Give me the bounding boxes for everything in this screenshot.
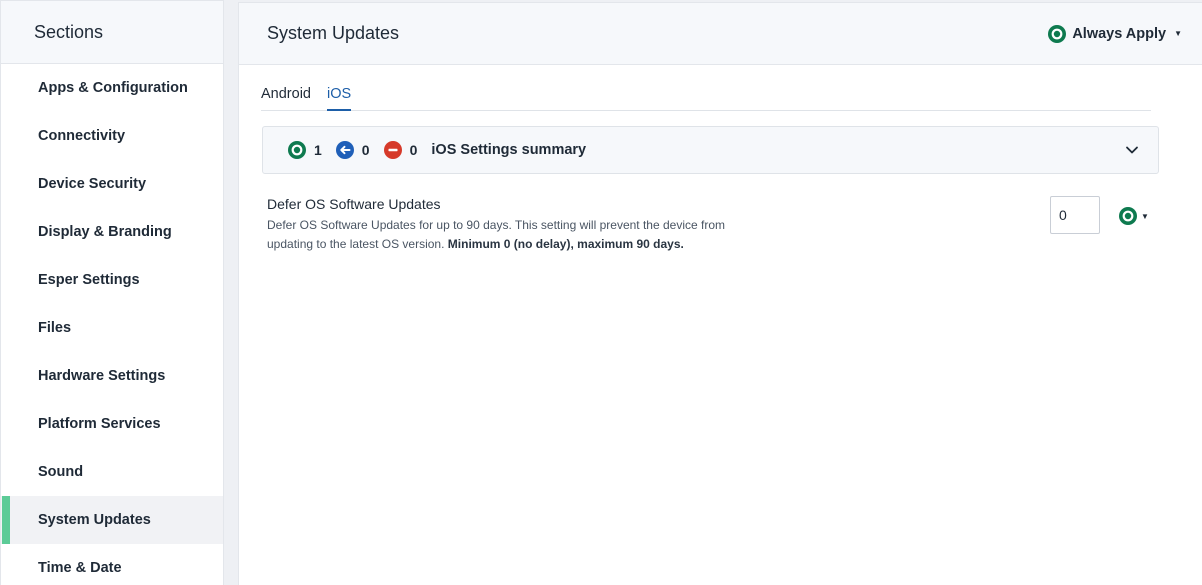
setting-apply-dropdown[interactable]: ▼ xyxy=(1119,207,1149,225)
app-root: Sections Apps & Configuration Connectivi… xyxy=(0,0,1202,585)
always-apply-icon xyxy=(1048,24,1067,43)
always-apply-dropdown[interactable]: Always Apply ▼ xyxy=(1048,24,1182,43)
summary-title: iOS Settings summary xyxy=(431,142,587,158)
inherit-arrow-icon xyxy=(335,141,354,159)
sidebar-item-connectivity[interactable]: Connectivity xyxy=(1,112,223,160)
main-header: System Updates Always Apply ▼ xyxy=(239,3,1202,65)
page-title: System Updates xyxy=(267,23,400,43)
defer-days-input[interactable] xyxy=(1050,196,1100,234)
sidebar-item-display-branding[interactable]: Display & Branding xyxy=(1,208,223,256)
caret-down-icon: ▼ xyxy=(1141,211,1149,221)
tab-ios[interactable]: iOS xyxy=(326,83,352,111)
setting-description: Defer OS Software Updates for up to 90 d… xyxy=(267,216,727,254)
applied-count-group: 1 xyxy=(288,141,322,159)
always-apply-label: Always Apply xyxy=(1072,25,1167,42)
sidebar-item-hardware-settings[interactable]: Hardware Settings xyxy=(1,352,223,400)
sidebar-item-platform-services[interactable]: Platform Services xyxy=(1,400,223,448)
sidebar-item-apps-configuration[interactable]: Apps & Configuration xyxy=(1,64,223,112)
setting-title: Defer OS Software Updates xyxy=(267,196,441,212)
blocked-count-group: 0 xyxy=(383,141,418,159)
setting-defer-os-updates: Defer OS Software Updates Defer OS Softw… xyxy=(267,196,1157,254)
always-apply-icon xyxy=(1119,207,1137,225)
sidebar-list: Apps & Configuration Connectivity Device… xyxy=(1,64,223,585)
sidebar-item-esper-settings[interactable]: Esper Settings xyxy=(1,256,223,304)
inherited-count: 0 xyxy=(361,142,370,158)
sidebar-title: Sections xyxy=(1,0,223,64)
block-minus-icon xyxy=(383,141,402,159)
settings-summary-bar[interactable]: 1 0 0 iOS Settings summary xyxy=(262,126,1159,174)
main-panel: System Updates Always Apply ▼ Android iO… xyxy=(238,2,1202,585)
sections-sidebar: Sections Apps & Configuration Connectivi… xyxy=(0,0,224,585)
blocked-count: 0 xyxy=(409,142,418,158)
platform-tabs: Android iOS xyxy=(261,83,1151,111)
applied-count: 1 xyxy=(314,142,322,158)
sidebar-item-sound[interactable]: Sound xyxy=(1,448,223,496)
sidebar-item-files[interactable]: Files xyxy=(1,304,223,352)
chevron-down-icon[interactable] xyxy=(1124,142,1140,158)
tab-android[interactable]: Android xyxy=(261,83,311,111)
sidebar-item-device-security[interactable]: Device Security xyxy=(1,160,223,208)
caret-down-icon: ▼ xyxy=(1174,29,1182,38)
sidebar-item-time-date[interactable]: Time & Date xyxy=(1,544,223,585)
always-apply-icon xyxy=(288,141,306,159)
setting-description-limits: Minimum 0 (no delay), maximum 90 days. xyxy=(447,237,684,251)
sidebar-item-system-updates[interactable]: System Updates xyxy=(1,496,223,544)
inherited-count-group: 0 xyxy=(335,141,370,159)
